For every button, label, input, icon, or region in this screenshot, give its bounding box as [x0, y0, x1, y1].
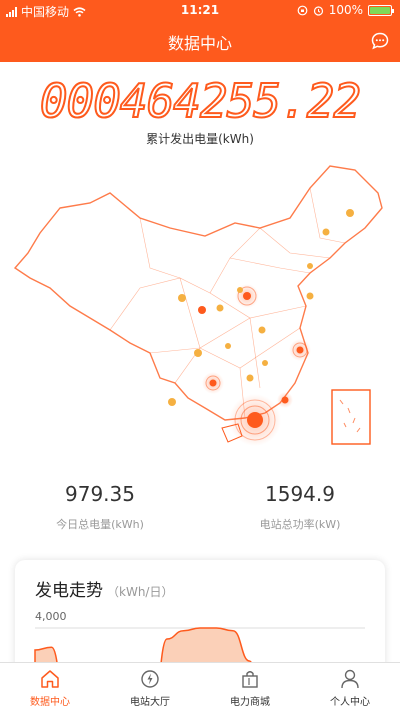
- generation-trend-card[interactable]: 发电走势 （kWh/日） 4,000: [15, 560, 385, 662]
- total-power-value: 1594.9: [265, 482, 335, 506]
- tab-label: 个人中心: [330, 697, 370, 708]
- home-icon: [41, 670, 59, 688]
- total-generation-label: 累计发出电量(kWh): [146, 132, 254, 146]
- battery-icon: [368, 4, 394, 16]
- series-area: [34, 627, 252, 662]
- tab-label: 电站大厅: [130, 697, 170, 708]
- trend-title: 发电走势 （kWh/日）: [35, 576, 173, 601]
- today-energy-label: 今日总电量(kWh): [56, 518, 144, 531]
- total-generation-counter: 000464255.22: [39, 73, 362, 129]
- tab-profile[interactable]: 个人中心: [300, 663, 400, 710]
- battery-percent: 100%: [328, 3, 363, 17]
- main-content: 000464255.22 累计发出电量(kWh) 979.35 今日总电量(kW…: [0, 62, 400, 662]
- trend-title-text: 发电走势: [35, 581, 103, 601]
- generation-trend-chart: 4,000: [34, 610, 365, 662]
- orientation-lock-icon: [297, 5, 308, 15]
- power-station-icon: [141, 670, 159, 688]
- status-bar: 中国移动 11:21 100%: [0, 0, 400, 20]
- user-icon: [341, 669, 359, 689]
- trend-unit: （kWh/日）: [107, 585, 174, 599]
- total-power-stat: 1594.9 电站总功率(kW): [200, 482, 400, 532]
- tab-label: 数据中心: [30, 697, 70, 708]
- south-sea-inset: [331, 389, 371, 445]
- page-title: 数据中心: [167, 34, 232, 53]
- tab-station-hall[interactable]: 电站大厅: [100, 663, 200, 710]
- y-tick-label: 4,000: [35, 610, 67, 623]
- tab-label: 电力商城: [230, 697, 270, 708]
- tab-bar: 数据中心 电站大厅 电力商城 个人中心: [0, 662, 400, 710]
- china-outline: [13, 165, 383, 421]
- today-energy-value: 979.35: [65, 482, 135, 506]
- top-bar: 中国移动 11:21 100% 数据中心: [0, 0, 400, 62]
- tab-data-center[interactable]: 数据中心: [0, 663, 100, 710]
- message-icon[interactable]: [370, 31, 390, 51]
- today-energy-stat: 979.35 今日总电量(kWh): [0, 482, 200, 532]
- total-power-label: 电站总功率(kW): [259, 518, 341, 531]
- shopping-bag-icon: [242, 671, 258, 688]
- alarm-icon: [313, 5, 323, 16]
- tab-power-mall[interactable]: 电力商城: [200, 663, 300, 710]
- china-map: [13, 165, 383, 446]
